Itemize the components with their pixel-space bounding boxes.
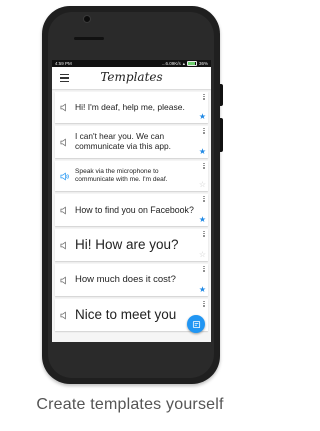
overflow-menu-icon[interactable]: [202, 266, 206, 272]
star-outline-icon[interactable]: ☆: [199, 181, 206, 189]
template-text: Hi! How are you?: [75, 237, 179, 253]
template-text: Hi! I'm deaf, help me, please.: [75, 101, 185, 112]
app-title: Templates: [100, 70, 163, 84]
earpiece-speaker: [74, 37, 104, 40]
volume-button: [220, 118, 223, 152]
star-icon[interactable]: ★: [199, 148, 206, 156]
speaker-icon[interactable]: [55, 240, 73, 250]
speaker-icon[interactable]: [55, 205, 73, 215]
template-row[interactable]: How to find you on Facebook? ★: [55, 194, 208, 226]
star-icon[interactable]: ★: [199, 216, 206, 224]
overflow-menu-icon[interactable]: [202, 163, 206, 169]
template-text: Speak via the microphone to communicate …: [75, 168, 168, 183]
caption: Create templates yourself: [36, 396, 224, 413]
battery-level: 36%: [198, 61, 208, 66]
power-button: [220, 84, 223, 106]
speaker-icon[interactable]: [55, 310, 73, 320]
status-bar: 4:59 PM ...6.09K/s ▴ 36%: [52, 60, 211, 67]
template-row[interactable]: Nice to meet you: [55, 299, 208, 331]
add-template-button[interactable]: [187, 315, 205, 333]
network-speed: ...6.09K/s: [161, 61, 181, 66]
speaker-icon[interactable]: [55, 103, 73, 112]
overflow-menu-icon[interactable]: [202, 196, 206, 202]
battery-icon: [186, 61, 197, 66]
template-text: How to find you on Facebook?: [75, 204, 194, 215]
template-row[interactable]: Hi! How are you? ☆: [55, 229, 208, 261]
template-text: How much does it cost?: [75, 273, 176, 285]
overflow-menu-icon[interactable]: [202, 231, 206, 237]
status-icons: ...6.09K/s ▴ 36%: [162, 61, 208, 67]
overflow-menu-icon[interactable]: [202, 94, 206, 100]
star-outline-icon[interactable]: ☆: [199, 251, 206, 259]
template-row[interactable]: Speak via the microphone to communicate …: [55, 161, 208, 191]
front-camera: [83, 15, 91, 23]
speaker-active-icon[interactable]: [55, 171, 73, 181]
overflow-menu-icon[interactable]: [202, 128, 206, 134]
template-row[interactable]: Hi! I'm deaf, help me, please. ★: [55, 92, 208, 123]
star-icon[interactable]: ★: [199, 113, 206, 121]
app-screen: 4:59 PM ...6.09K/s ▴ 36% Templates Hi! I…: [52, 60, 211, 342]
template-list: Hi! I'm deaf, help me, please. ★ I can't…: [52, 89, 211, 331]
overflow-menu-icon[interactable]: [202, 301, 206, 307]
app-bar: Templates: [52, 67, 211, 89]
template-row[interactable]: I can't hear you. We can communicate via…: [55, 126, 208, 158]
edit-note-icon: [192, 320, 200, 328]
star-icon[interactable]: ★: [199, 286, 206, 294]
template-text: I can't hear you. We can communicate via…: [75, 131, 171, 151]
speaker-icon[interactable]: [55, 137, 73, 147]
template-row[interactable]: How much does it cost? ★: [55, 264, 208, 296]
signal-icon: ▴: [182, 60, 185, 66]
status-time: 4:59 PM: [55, 61, 72, 66]
speaker-icon[interactable]: [55, 275, 73, 285]
